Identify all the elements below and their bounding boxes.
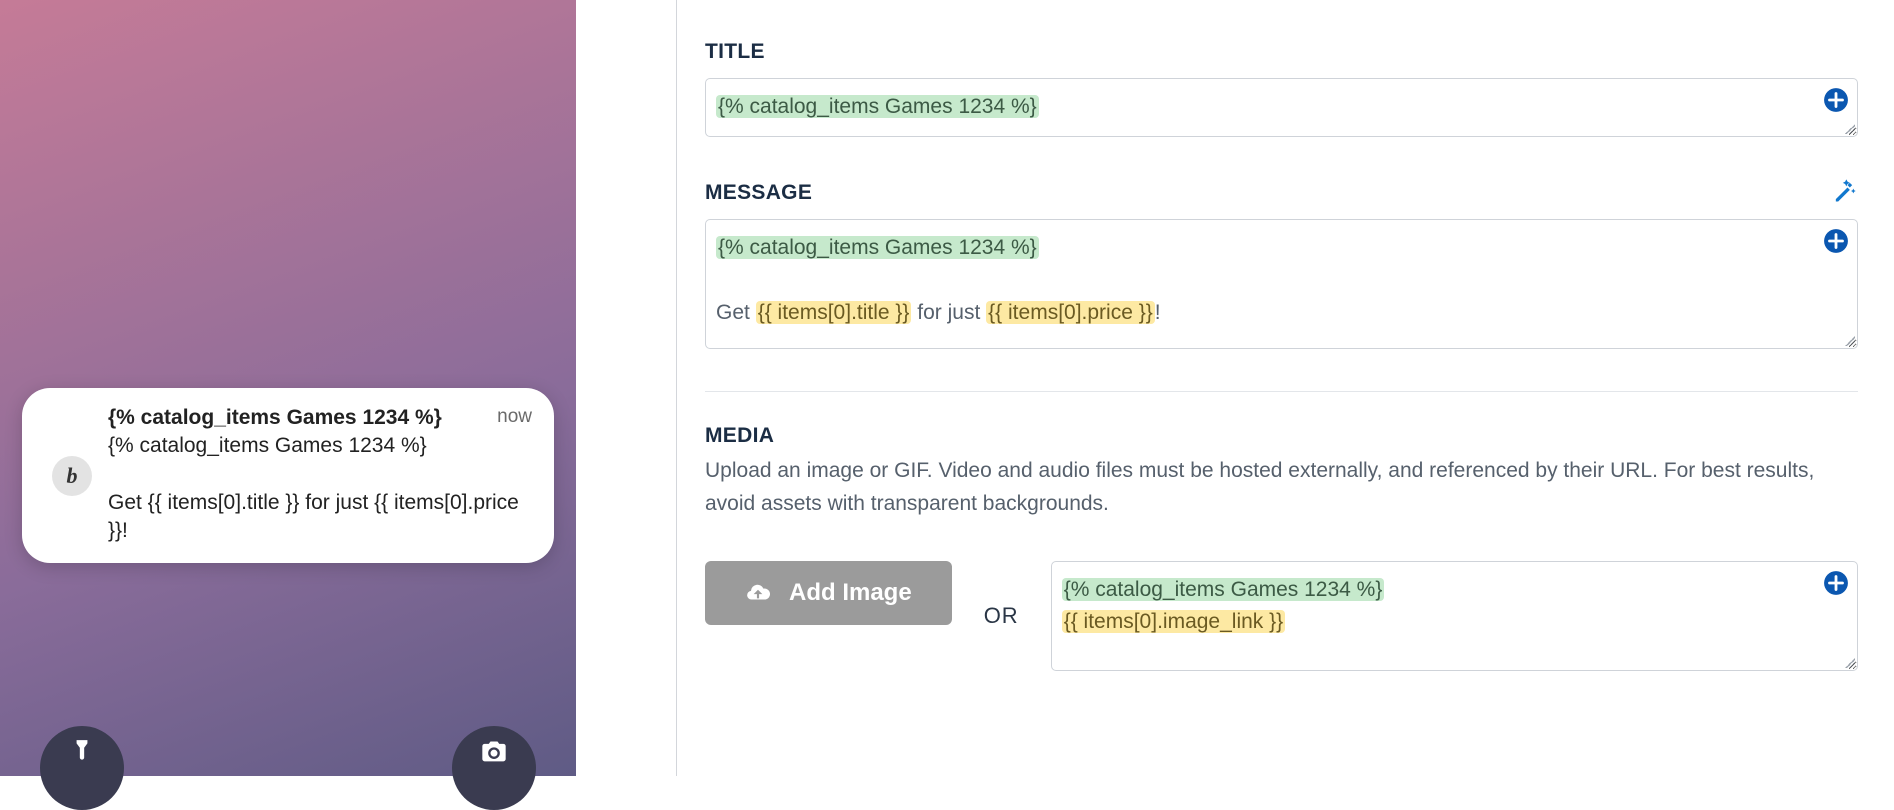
notification-card: b {% catalog_items Games 1234 %} now {% … bbox=[22, 388, 554, 563]
or-label: OR bbox=[984, 603, 1019, 629]
cloud-upload-icon bbox=[745, 580, 771, 606]
add-personalization-button[interactable] bbox=[1823, 570, 1849, 596]
message-input[interactable]: {% catalog_items Games 1234 %} Get {{ it… bbox=[705, 219, 1858, 349]
message-label: MESSAGE bbox=[705, 181, 812, 205]
liquid-tag[interactable]: {% catalog_items Games 1234 %} bbox=[1062, 578, 1385, 601]
liquid-tag[interactable]: {% catalog_items Games 1234 %} bbox=[716, 95, 1039, 118]
title-label: TITLE bbox=[705, 40, 1858, 64]
message-text: ! bbox=[1155, 301, 1161, 324]
add-personalization-button[interactable] bbox=[1823, 228, 1849, 254]
media-hint: Upload an image or GIF. Video and audio … bbox=[705, 454, 1858, 521]
editor-panel: TITLE {% catalog_items Games 1234 %} MES… bbox=[677, 0, 1894, 776]
media-url-input[interactable]: {% catalog_items Games 1234 %} {{ items[… bbox=[1051, 561, 1858, 671]
liquid-tag[interactable]: {% catalog_items Games 1234 %} bbox=[716, 236, 1039, 259]
notification-time: now bbox=[497, 406, 532, 430]
liquid-var[interactable]: {{ items[0].price }} bbox=[986, 301, 1155, 324]
section-divider bbox=[705, 391, 1858, 392]
add-image-button[interactable]: Add Image bbox=[705, 561, 952, 625]
message-text: for just bbox=[911, 301, 986, 324]
notification-body: {% catalog_items Games 1234 %} Get {{ it… bbox=[108, 432, 532, 545]
camera-icon bbox=[452, 726, 536, 810]
add-personalization-button[interactable] bbox=[1823, 87, 1849, 113]
device-preview: b {% catalog_items Games 1234 %} now {% … bbox=[0, 0, 576, 776]
liquid-var[interactable]: {{ items[0].title }} bbox=[756, 301, 912, 324]
notification-title: {% catalog_items Games 1234 %} bbox=[108, 406, 442, 430]
message-text: Get bbox=[716, 301, 756, 324]
add-image-label: Add Image bbox=[789, 579, 912, 607]
app-avatar: b bbox=[52, 456, 92, 496]
magic-wand-icon[interactable] bbox=[1830, 177, 1858, 205]
media-label: MEDIA bbox=[705, 424, 1858, 448]
liquid-var[interactable]: {{ items[0].image_link }} bbox=[1062, 610, 1285, 633]
flashlight-icon bbox=[40, 726, 124, 810]
title-input[interactable]: {% catalog_items Games 1234 %} bbox=[705, 78, 1858, 137]
